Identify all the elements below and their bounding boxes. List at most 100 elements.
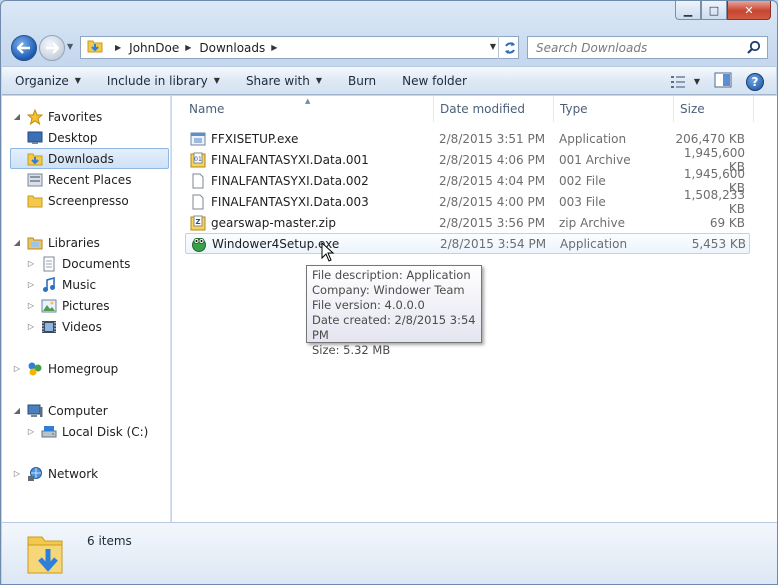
tree-screenpresso-label: Screenpresso [48, 193, 129, 208]
expand-icon[interactable]: ▷ [26, 301, 36, 310]
preview-pane-icon [714, 72, 732, 88]
close-icon: ✕ [744, 3, 754, 17]
tree-desktop[interactable]: Desktop [26, 127, 98, 148]
change-view-button[interactable]: ▼ [670, 75, 700, 89]
toolbar-right: ▼ ? [670, 72, 764, 91]
tree-desktop-label: Desktop [48, 130, 98, 145]
minimize-button[interactable]: ▁ [675, 1, 701, 20]
tree-computer[interactable]: ◢ Computer [12, 400, 108, 421]
expand-icon[interactable]: ▷ [12, 364, 22, 373]
tree-network[interactable]: ▷ Network [12, 463, 98, 484]
tree-recent-places[interactable]: Recent Places [26, 169, 131, 190]
tooltip-company: Company: Windower Team [312, 283, 465, 297]
forward-button[interactable] [39, 35, 65, 61]
expand-icon[interactable]: ▷ [26, 259, 36, 268]
column-header-date-modified[interactable]: Date modified [434, 96, 554, 122]
address-bar[interactable]: ▶ JohnDoe ▶ Downloads ▶ ▼ [80, 36, 519, 59]
file-type: Application [560, 236, 628, 251]
organize-button[interactable]: Organize ▼ [2, 66, 94, 95]
tree-local-disk-label: Local Disk (C:) [62, 424, 149, 439]
chevron-down-icon: ▼ [74, 76, 81, 85]
svg-text:Z: Z [195, 218, 200, 226]
caption-buttons: ▁ □ ✕ [675, 1, 771, 20]
file-row[interactable]: Zgearswap-master.zip 2/8/2015 3:56 PM zi… [185, 212, 750, 233]
recent-pages-dropdown[interactable]: ▼ [67, 42, 73, 51]
tree-videos[interactable]: ▷ Videos [26, 316, 102, 337]
file-date: 2/8/2015 3:51 PM [439, 131, 546, 146]
tree-favorites[interactable]: ◢ Favorites [12, 106, 102, 127]
collapse-icon[interactable]: ◢ [12, 406, 22, 415]
chevron-down-icon: ▼ [693, 77, 700, 86]
expand-icon[interactable]: ▷ [26, 280, 36, 289]
share-with-label: Share with [245, 73, 310, 88]
file-date: 2/8/2015 4:00 PM [439, 194, 546, 209]
downloads-folder-icon [26, 151, 44, 167]
collapse-icon[interactable]: ◢ [12, 238, 22, 247]
file-row[interactable]: FINALFANTASYXI.Data.003 2/8/2015 4:00 PM… [185, 188, 750, 216]
chevron-down-icon: ▼ [213, 76, 220, 85]
breadcrumb-johndoe[interactable]: JohnDoe [129, 41, 179, 55]
expand-icon[interactable]: ▷ [26, 427, 36, 436]
breadcrumb-separator-icon[interactable]: ▶ [115, 43, 121, 52]
file-row-hovered[interactable]: Windower4Setup.exe 2/8/2015 3:54 PM Appl… [185, 233, 750, 254]
tree-homegroup-label: Homegroup [48, 361, 119, 376]
tree-homegroup[interactable]: ▷ Homegroup [12, 358, 118, 379]
file-type: 003 File [559, 194, 606, 209]
help-button[interactable]: ? [746, 72, 764, 91]
column-name-label: Name [189, 102, 225, 116]
tree-recent-places-label: Recent Places [48, 172, 132, 187]
breadcrumb-separator-icon[interactable]: ▶ [271, 43, 277, 52]
burn-label: Burn [348, 73, 377, 88]
navigation-bar: ▼ ▶ JohnDoe ▶ Downloads ▶ ▼ [9, 33, 769, 61]
navigation-pane: ◢ Favorites Desktop Downloads Recent Pla… [2, 96, 171, 522]
file-type: zip Archive [559, 215, 625, 230]
breadcrumb-downloads[interactable]: Downloads [199, 41, 265, 55]
downloads-folder-icon [87, 38, 103, 57]
breadcrumb-separator-icon[interactable]: ▶ [185, 43, 191, 52]
command-bar: Organize ▼ Include in library ▼ Share with… [2, 66, 776, 95]
address-history-dropdown[interactable]: ▼ [490, 42, 496, 51]
search-input[interactable] [536, 40, 751, 55]
tree-libraries-label: Libraries [48, 235, 100, 250]
tree-documents[interactable]: ▷ Documents [26, 253, 130, 274]
preview-pane-button[interactable] [714, 72, 732, 91]
tree-local-disk[interactable]: ▷ Local Disk (C:) [26, 421, 148, 442]
column-header-size[interactable]: Size [674, 96, 754, 122]
file-name: FINALFANTASYXI.Data.003 [211, 194, 369, 209]
close-button[interactable]: ✕ [727, 1, 771, 20]
tree-screenpresso[interactable]: Screenpresso [26, 190, 129, 211]
maximize-button[interactable]: □ [701, 1, 727, 20]
tree-downloads[interactable]: Downloads [10, 148, 169, 169]
expand-icon[interactable]: ▷ [12, 469, 22, 478]
tree-network-label: Network [48, 466, 99, 481]
search-icon[interactable] [747, 40, 761, 57]
back-button[interactable] [11, 35, 37, 61]
tree-libraries[interactable]: ◢ Libraries [12, 232, 100, 253]
help-icon: ? [751, 74, 759, 89]
tree-pictures-label: Pictures [62, 298, 110, 313]
network-icon [26, 466, 44, 482]
tooltip-size: Size: 5.32 MB [312, 343, 391, 357]
details-pane: 6 items [2, 522, 777, 584]
burn-button[interactable]: Burn [335, 66, 389, 95]
star-icon [26, 108, 44, 125]
back-arrow-icon [17, 42, 30, 54]
refresh-button[interactable] [498, 36, 520, 59]
file-size: 206,470 KB [675, 131, 745, 146]
tree-videos-label: Videos [62, 319, 102, 334]
collapse-icon[interactable]: ◢ [12, 112, 22, 121]
share-with-button[interactable]: Share with ▼ [233, 66, 335, 95]
new-folder-button[interactable]: New folder [389, 66, 480, 95]
tree-favorites-label: Favorites [48, 109, 103, 124]
minimize-icon: ▁ [683, 3, 693, 17]
local-disk-icon [40, 424, 58, 440]
column-header-type[interactable]: Type [554, 96, 674, 122]
tree-music[interactable]: ▷ Music [26, 274, 96, 295]
computer-icon [26, 403, 44, 419]
search-box [527, 36, 768, 59]
tree-pictures[interactable]: ▷ Pictures [26, 295, 110, 316]
file-type: 002 File [559, 173, 606, 188]
include-in-library-button[interactable]: Include in library ▼ [94, 66, 233, 95]
expand-icon[interactable]: ▷ [26, 322, 36, 331]
windower-icon [190, 235, 208, 253]
